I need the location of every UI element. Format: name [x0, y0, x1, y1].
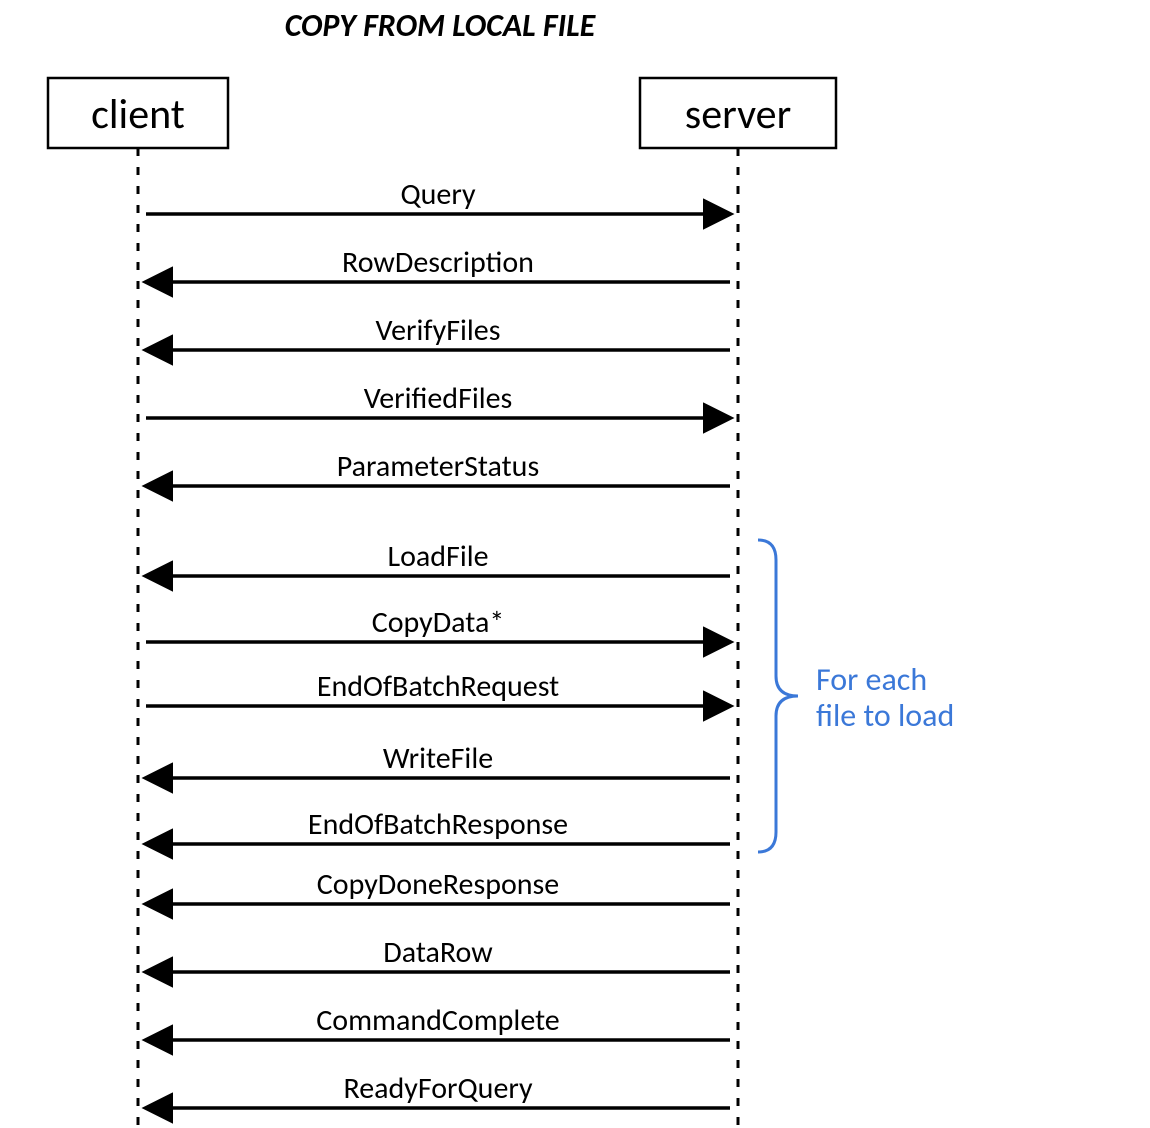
- message-2: VerifyFiles: [146, 312, 730, 350]
- message-label: CopyData*: [372, 604, 505, 641]
- message-7: EndOfBatchRequest: [146, 668, 730, 706]
- message-3: VerifiedFiles: [146, 380, 730, 418]
- message-13: ReadyForQuery: [146, 1070, 730, 1108]
- sequence-diagram: COPY FROM LOCAL FILE client server Query…: [0, 0, 1150, 1128]
- message-label: Query: [400, 176, 475, 213]
- message-label: EndOfBatchResponse: [308, 806, 568, 843]
- message-0: Query: [146, 176, 730, 214]
- message-label: CommandComplete: [316, 1002, 560, 1039]
- message-label: LoadFile: [387, 538, 488, 575]
- message-9: EndOfBatchResponse: [146, 806, 730, 844]
- message-4: ParameterStatus: [146, 448, 730, 486]
- message-label: WriteFile: [383, 740, 493, 777]
- actor-server: server: [640, 78, 836, 148]
- messages: Query RowDescription VerifyFiles VerifiedFi…: [146, 176, 730, 1108]
- message-11: DataRow: [146, 934, 730, 972]
- message-label: ParameterStatus: [337, 448, 539, 485]
- diagram-title: COPY FROM LOCAL FILE: [285, 6, 597, 45]
- message-label: VerifyFiles: [376, 312, 501, 349]
- message-label: DataRow: [383, 934, 493, 971]
- message-label: CopyDoneResponse: [317, 866, 559, 903]
- message-12: CommandComplete: [146, 1002, 730, 1040]
- message-label: EndOfBatchRequest: [317, 668, 559, 705]
- message-8: WriteFile: [146, 740, 730, 778]
- message-10: CopyDoneResponse: [146, 866, 730, 904]
- actor-client: client: [48, 78, 228, 148]
- message-label: RowDescription: [342, 244, 534, 281]
- loop-group: For eachfile to load: [758, 540, 954, 852]
- message-label: VerifiedFiles: [364, 380, 513, 417]
- brace-icon: [758, 540, 798, 852]
- message-1: RowDescription: [146, 244, 730, 282]
- actor-client-label: client: [91, 89, 185, 140]
- group-label: For eachfile to load: [816, 660, 954, 735]
- message-label: ReadyForQuery: [343, 1070, 533, 1107]
- message-5: LoadFile: [146, 538, 730, 576]
- actor-server-label: server: [685, 89, 791, 140]
- message-6: CopyData*: [146, 604, 730, 642]
